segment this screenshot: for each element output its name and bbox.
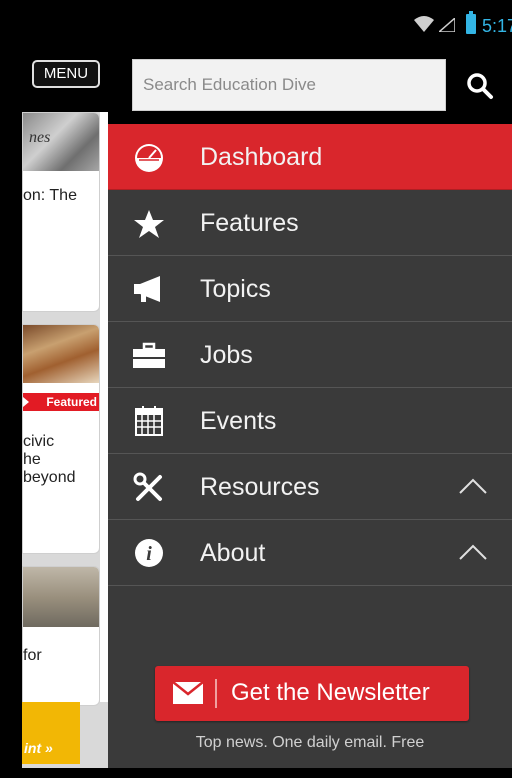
background-gutter	[100, 112, 108, 702]
article-card[interactable]: for	[22, 566, 100, 706]
newsletter-divider	[215, 679, 217, 708]
nav-label: Topics	[200, 275, 271, 303]
article-title: civic he beyond	[23, 433, 76, 487]
background-page: MENU nes on: The Featured civic he beyon…	[22, 46, 108, 768]
calendar-icon	[135, 406, 163, 436]
nav-item-dashboard[interactable]: Dashboard	[108, 124, 512, 190]
nav-item-jobs[interactable]: Jobs	[108, 322, 512, 388]
nav-item-topics[interactable]: Topics	[108, 256, 512, 322]
battery-icon	[466, 11, 476, 34]
screen: 5:17 MENU nes on: The Featured civic he …	[0, 0, 512, 778]
status-bar: 5:17	[22, 0, 512, 46]
mail-icon	[173, 682, 203, 704]
nav-label: About	[200, 539, 266, 567]
chevron-up-icon[interactable]	[458, 542, 488, 562]
search-icon[interactable]	[466, 72, 494, 100]
article-title: for	[23, 647, 42, 664]
screen-edge-bottom	[0, 768, 512, 778]
svg-text:i: i	[146, 543, 152, 565]
article-image	[23, 325, 99, 383]
nav-label: Jobs	[200, 341, 253, 369]
signal-icon	[439, 18, 455, 32]
status-time: 5:17	[482, 16, 512, 36]
article-title: on: The	[23, 187, 77, 204]
star-icon	[134, 210, 164, 238]
ad-banner[interactable]: int »	[22, 702, 80, 764]
article-image: nes	[23, 113, 99, 171]
search-input[interactable]	[132, 59, 446, 111]
background-topbar: MENU	[22, 46, 108, 112]
dashboard-gauge-icon	[135, 144, 163, 172]
article-card[interactable]: nes on: The	[22, 112, 100, 312]
nav-item-features[interactable]: Features	[108, 190, 512, 256]
newsletter-tagline: Top news. One daily email. Free	[195, 734, 425, 751]
screen-edge-left	[0, 0, 22, 778]
drawer-nav: Dashboard Features Topics Jobs Events Re…	[108, 124, 512, 586]
nav-item-events[interactable]: Events	[108, 388, 512, 454]
nav-item-about[interactable]: i About	[108, 520, 512, 586]
nav-label: Resources	[200, 473, 320, 501]
briefcase-icon	[133, 342, 165, 368]
tools-icon	[133, 472, 162, 501]
nav-label: Events	[200, 407, 277, 435]
featured-badge: Featured	[23, 393, 99, 411]
chevron-up-icon[interactable]	[458, 476, 488, 496]
nav-item-resources[interactable]: Resources	[108, 454, 512, 520]
ad-text: int »	[24, 740, 53, 756]
article-title-line: beyond	[23, 469, 76, 486]
menu-button[interactable]: MENU	[32, 60, 100, 88]
wifi-icon	[414, 16, 434, 32]
article-image	[23, 567, 99, 627]
nav-label: Features	[200, 209, 299, 237]
article-title-line: civic	[23, 433, 55, 450]
drawer-search-bar	[108, 46, 512, 124]
newsletter-button[interactable]: Get the Newsletter	[155, 666, 469, 721]
megaphone-icon	[134, 276, 160, 302]
navigation-drawer: Dashboard Features Topics	[108, 46, 512, 768]
newsletter-label: Get the Newsletter	[231, 679, 430, 706]
article-title-line: he	[23, 451, 41, 468]
article-card[interactable]: Featured civic he beyond	[22, 324, 100, 554]
info-icon: i	[135, 539, 163, 567]
article-image-text: nes	[29, 129, 51, 146]
nav-label: Dashboard	[200, 143, 323, 171]
